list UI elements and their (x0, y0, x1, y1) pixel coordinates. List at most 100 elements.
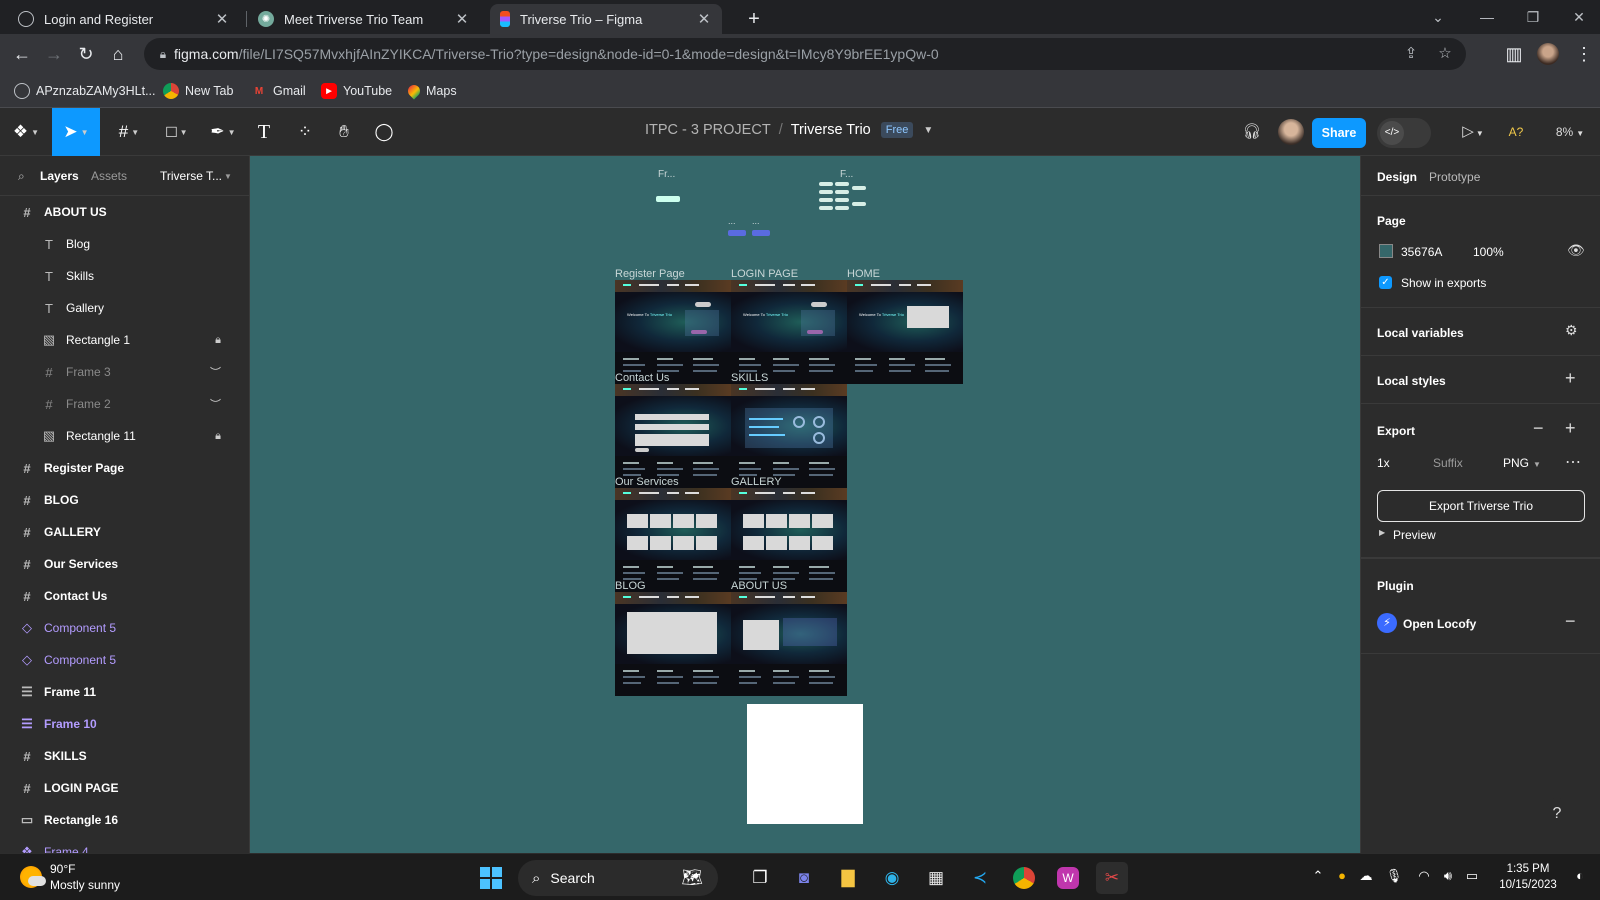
tab-prototype[interactable]: Prototype (1429, 170, 1480, 184)
frame-label[interactable]: BLOG (615, 580, 646, 592)
frame-label-small[interactable]: ... (752, 216, 760, 226)
dev-mode-toggle[interactable]: </> (1377, 118, 1431, 148)
frame-label[interactable]: GALLERY (731, 476, 782, 488)
export-scale[interactable]: 1x (1377, 456, 1390, 470)
pen-tool[interactable]: ✒ ▼ (202, 108, 244, 156)
frame-label[interactable]: HOME (847, 268, 880, 280)
share-button[interactable]: Share (1312, 118, 1366, 148)
bookmark-item[interactable]: New Tab (163, 81, 233, 101)
back-button[interactable]: ← (8, 40, 36, 68)
font-warning-icon[interactable]: A? (1504, 122, 1528, 142)
layer-row[interactable]: ▭ Rectangle 16 (0, 804, 249, 836)
layer-row[interactable]: # SKILLS (0, 740, 249, 772)
mini-pill-button[interactable] (835, 190, 849, 194)
layer-row[interactable]: # Contact Us (0, 580, 249, 612)
mini-pill-button[interactable] (835, 198, 849, 202)
frame-label[interactable]: Our Services (615, 476, 679, 488)
reload-button[interactable]: ↻ (72, 40, 100, 68)
layer-row[interactable]: # Our Services (0, 548, 249, 580)
browser-tab-active[interactable]: Triverse Trio – Figma ✕ (490, 4, 722, 34)
battery-icon[interactable]: ▭ (1462, 868, 1482, 884)
rectangle-16-frame[interactable] (747, 704, 863, 824)
close-window-button[interactable]: ✕ (1556, 4, 1600, 30)
weather-widget[interactable]: 90°F Mostly sunny (20, 861, 120, 893)
close-tab-icon[interactable]: ✕ (214, 10, 230, 28)
preview-toggle[interactable]: Preview (1393, 528, 1436, 542)
headphones-icon[interactable]: 🎧︎ (1240, 122, 1264, 142)
layer-row[interactable]: # ABOUT US (0, 196, 249, 228)
layer-row[interactable]: ▧ Rectangle 11 🔒︎ (0, 420, 249, 452)
layer-row[interactable]: # LOGIN PAGE (0, 772, 249, 804)
lock-icon[interactable]: 🔒︎ (215, 430, 221, 443)
layer-row[interactable]: # Frame 3 ︶ (0, 356, 249, 388)
close-tab-icon[interactable]: ✕ (454, 10, 470, 28)
variables-settings-icon[interactable]: ⚙ (1565, 322, 1578, 339)
triangle-right-icon[interactable]: ▶ (1379, 528, 1385, 537)
avatar[interactable] (1278, 119, 1304, 145)
frame-thumbnail[interactable] (731, 592, 847, 696)
layer-row[interactable]: T Skills (0, 260, 249, 292)
hidden-eye-icon[interactable]: ︶ (210, 396, 221, 412)
onedrive-icon[interactable]: ☁ (1356, 868, 1376, 884)
layer-row[interactable]: # GALLERY (0, 516, 249, 548)
project-name[interactable]: ITPC - 3 PROJECT (645, 122, 771, 138)
frame-label[interactable]: Contact Us (615, 372, 669, 384)
frame-label[interactable]: SKILLS (731, 372, 768, 384)
layer-row[interactable]: ◇ Component 5 (0, 644, 249, 676)
layer-row[interactable]: ☰ Frame 11 (0, 676, 249, 708)
minimize-button[interactable]: — (1464, 4, 1510, 30)
side-panel-icon[interactable]: ▥ (1500, 40, 1528, 68)
add-icon[interactable]: + (1565, 418, 1576, 439)
resources-tool[interactable]: ⁘ (285, 108, 325, 156)
export-format-select[interactable]: PNG ▼ (1503, 456, 1541, 470)
minus-icon[interactable]: − (1565, 611, 1576, 632)
layer-row[interactable]: # BLOG (0, 484, 249, 516)
mini-pill-button[interactable] (819, 198, 833, 202)
more-options-icon[interactable]: ⋯ (1565, 452, 1581, 472)
chrome-icon[interactable] (1008, 862, 1040, 894)
profile-avatar[interactable] (1534, 40, 1562, 68)
mini-button-frame[interactable] (728, 230, 746, 236)
eye-icon[interactable]: 👁︎ (1567, 242, 1585, 259)
page-color-hex[interactable]: 35676A (1401, 245, 1442, 259)
frame-thumbnail[interactable] (615, 592, 731, 696)
snipping-tool-icon[interactable]: ✂ (1096, 862, 1128, 894)
wifi-icon[interactable]: ◠ (1414, 868, 1434, 884)
layer-row[interactable]: T Gallery (0, 292, 249, 324)
task-view-icon[interactable]: ❐ (744, 862, 776, 894)
move-tool[interactable]: ➤ ▼ (52, 108, 100, 156)
layer-row[interactable]: # Register Page (0, 452, 249, 484)
color-swatch[interactable] (1379, 244, 1393, 258)
system-clock[interactable]: 1:35 PM 10/15/2023 (1494, 861, 1562, 893)
tray-app-icon[interactable]: ● (1332, 868, 1352, 883)
mini-pill-button[interactable] (819, 182, 833, 186)
browser-tab[interactable]: ✺ Meet Triverse Trio Team ✕ (248, 4, 480, 34)
checkbox-checked-icon[interactable]: ✓ (1379, 276, 1392, 289)
chevron-down-icon[interactable]: ▼ (224, 172, 232, 181)
frame-label[interactable]: Register Page (615, 268, 685, 280)
bookmark-item[interactable]: APznzabZAMy3HLt... (14, 81, 156, 101)
bookmark-item[interactable]: M Gmail (251, 81, 306, 101)
mini-pill-button[interactable] (835, 182, 849, 186)
search-icon[interactable]: ⌕ (18, 169, 25, 184)
layer-row[interactable]: ☰ Frame 10 (0, 708, 249, 740)
hand-tool[interactable]: ✋︎ (324, 108, 364, 156)
tab-design[interactable]: Design (1377, 170, 1417, 184)
notifications-icon[interactable]: ◐ (1570, 868, 1590, 883)
tab-assets[interactable]: Assets (91, 169, 127, 183)
layer-row[interactable]: T Blog (0, 228, 249, 260)
bookmark-star-icon[interactable]: ☆ (1434, 43, 1456, 65)
file-explorer-icon[interactable]: ▇ (832, 862, 864, 894)
mini-pill-button[interactable] (835, 206, 849, 210)
frame-thumbnail[interactable]: Welcome To Triverse Trio (847, 280, 963, 384)
wps-office-icon[interactable]: W (1052, 862, 1084, 894)
lock-icon[interactable]: 🔒︎ (154, 45, 172, 63)
teams-chat-icon[interactable]: ◙ (788, 862, 820, 894)
vscode-icon[interactable]: ≺ (964, 862, 996, 894)
frame-thumbnail[interactable] (615, 384, 731, 488)
frame-thumbnail[interactable] (731, 488, 847, 592)
export-suffix-input[interactable]: Suffix (1433, 456, 1463, 470)
comment-tool[interactable]: ◯ (364, 108, 404, 156)
export-button[interactable]: Export Triverse Trio (1377, 490, 1585, 522)
mini-button-frame[interactable] (752, 230, 770, 236)
